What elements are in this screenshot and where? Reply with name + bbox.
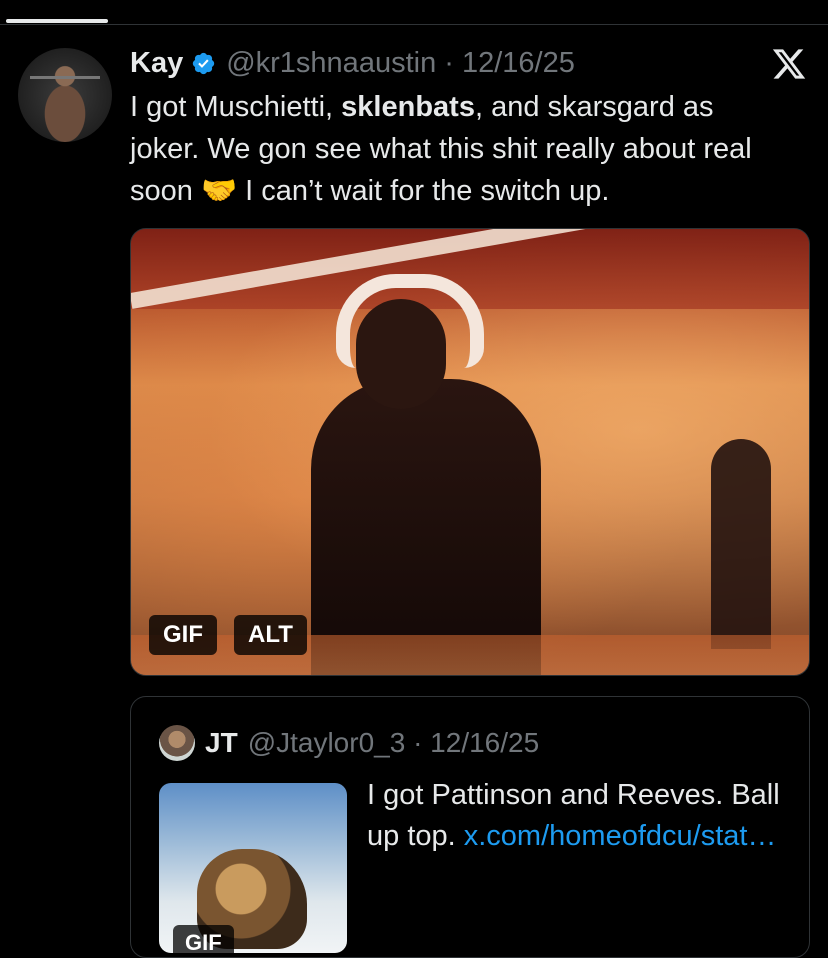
tweet-header: Kay @kr1shnaaustin · 12/16/25 (130, 45, 575, 81)
quote-media-thumbnail[interactable]: GIF (159, 783, 347, 953)
quote-text: I got Pattinson and Reeves. Ball up top.… (367, 775, 787, 857)
quote-handle-time: @Jtaylor0_3 · 12/16/25 (247, 727, 540, 758)
quote-header: JT @Jtaylor0_3 · 12/16/25 (159, 725, 539, 761)
quote-gif-badge: GIF (173, 925, 234, 953)
x-logo-icon[interactable] (770, 46, 808, 82)
tweet-media-gif[interactable]: GIF ALT (130, 228, 810, 676)
verified-badge-icon (193, 52, 215, 74)
quoted-tweet[interactable]: JT @Jtaylor0_3 · 12/16/25 GIF I got Patt… (130, 696, 810, 958)
quote-avatar (159, 725, 195, 761)
author-handle-time[interactable]: @kr1shnaaustin · 12/16/25 (226, 47, 575, 80)
divider (0, 24, 828, 25)
mention-bold: sklenbats (341, 91, 475, 123)
tweet-text: I got Muschietti, sklenbats, and skarsga… (130, 86, 790, 212)
tweet-text-part1: I got Muschietti, (130, 91, 342, 123)
gif-badge: GIF (149, 615, 217, 655)
handshake-emoji: 🤝 (200, 175, 238, 207)
scroll-indicator (6, 19, 108, 23)
quote-author-name: JT (205, 727, 238, 758)
tweet-text-part3: I can’t wait for the switch up. (237, 175, 610, 207)
alt-button[interactable]: ALT (234, 615, 307, 655)
quote-link[interactable]: x.com/homeofdcu/stat… (464, 820, 777, 852)
avatar[interactable] (18, 48, 112, 142)
author-name[interactable]: Kay (130, 47, 183, 80)
